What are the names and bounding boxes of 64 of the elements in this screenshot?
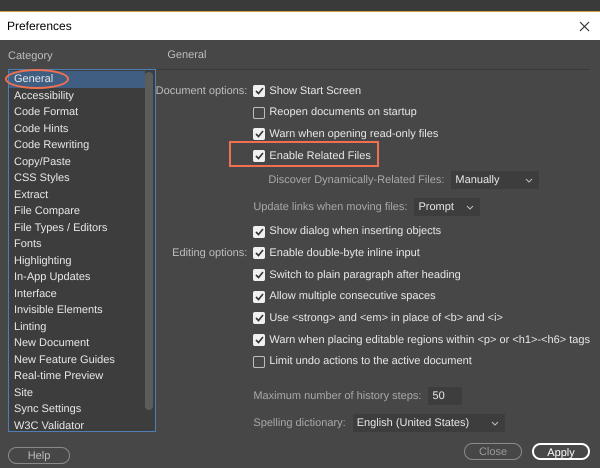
- category-item[interactable]: In-App Updates: [9, 269, 145, 286]
- field-label: Maximum number of history steps:: [253, 388, 422, 404]
- checkbox-label: Limit undo actions to the active document: [269, 354, 472, 370]
- checkbox[interactable]: [253, 84, 266, 97]
- apply-button[interactable]: Apply: [532, 443, 590, 460]
- category-item[interactable]: Fonts: [9, 236, 145, 252]
- category-item[interactable]: Accessibility: [9, 88, 145, 104]
- checkbox-label: Warn when opening read-only files: [269, 126, 438, 142]
- checkbox-label: Use <strong> and <em> in place of <b> and <i>: [269, 311, 503, 326]
- category-item[interactable]: Highlighting: [9, 252, 145, 269]
- chevron-icon: [525, 178, 534, 183]
- category-item[interactable]: File Compare: [9, 203, 145, 220]
- group-label: Document options:: [156, 84, 248, 99]
- chevron-icon: [490, 420, 499, 426]
- checkbox-label: Reopen documents on startup: [269, 105, 417, 120]
- category-item[interactable]: Code Rewriting: [9, 137, 145, 154]
- group-label: Editing options:: [172, 246, 248, 262]
- category-item[interactable]: Code Hints: [9, 120, 145, 137]
- category-heading: Category: [8, 49, 54, 63]
- category-item[interactable]: New Feature Guides: [9, 352, 145, 368]
- field-label: Spelling dictionary:: [253, 416, 346, 431]
- checkbox-label: Show Start Screen: [269, 84, 362, 99]
- dropdown[interactable]: Manually: [451, 171, 540, 190]
- close-icon[interactable]: [579, 20, 590, 32]
- checkbox[interactable]: [253, 268, 266, 281]
- checkbox[interactable]: [253, 356, 266, 368]
- category-item[interactable]: CSS Styles: [9, 170, 145, 186]
- checkbox[interactable]: [253, 226, 266, 238]
- category-item[interactable]: Code Format: [9, 104, 145, 120]
- field-label: Update links when moving files:: [253, 200, 408, 215]
- category-item[interactable]: Interface: [9, 286, 145, 302]
- category-item[interactable]: Sync Settings: [9, 401, 145, 418]
- checkbox[interactable]: [253, 247, 266, 260]
- checkbox[interactable]: [253, 334, 266, 346]
- checkbox-label: Allow multiple consecutive spaces: [269, 289, 436, 304]
- category-item[interactable]: New Document: [9, 335, 145, 352]
- category-item[interactable]: Invisible Elements: [9, 302, 145, 318]
- panel-heading: General: [167, 48, 206, 62]
- help-button[interactable]: Help: [8, 447, 70, 464]
- category-item[interactable]: Copy/Paste: [9, 154, 145, 170]
- checkbox-label: Enable Related Files: [269, 148, 371, 164]
- checkbox-label: Show dialog when inserting objects: [269, 224, 442, 240]
- dropdown[interactable]: Prompt: [414, 198, 480, 216]
- checkbox-label: Enable double-byte inline input: [269, 246, 420, 262]
- category-item[interactable]: Linting: [9, 318, 145, 335]
- category-item[interactable]: W3C Validator: [9, 418, 145, 434]
- category-item[interactable]: Site: [9, 384, 145, 401]
- chevron-icon: [466, 204, 474, 210]
- category-item[interactable]: File Types / Editors: [9, 220, 145, 236]
- input-field[interactable]: 50: [428, 387, 462, 406]
- checkbox[interactable]: [253, 150, 266, 162]
- scrollbar[interactable]: [145, 72, 153, 410]
- checkbox-label: Switch to plain paragraph after heading: [269, 268, 461, 283]
- checkbox-label: Warn when placing editable regions within <p> or <h1>-<h6> tags: [269, 332, 590, 348]
- checkbox[interactable]: [253, 290, 266, 303]
- field-label: Discover Dynamically-Related Files:: [268, 173, 444, 188]
- window-title: Preferences: [7, 18, 72, 35]
- checkbox[interactable]: [253, 312, 266, 324]
- category-item[interactable]: Extract: [9, 186, 145, 203]
- category-item[interactable]: Real-time Preview: [9, 368, 145, 384]
- category-item[interactable]: General: [9, 71, 145, 88]
- checkbox[interactable]: [253, 128, 266, 140]
- checkbox[interactable]: [253, 106, 266, 119]
- dropdown[interactable]: English (United States): [352, 414, 505, 432]
